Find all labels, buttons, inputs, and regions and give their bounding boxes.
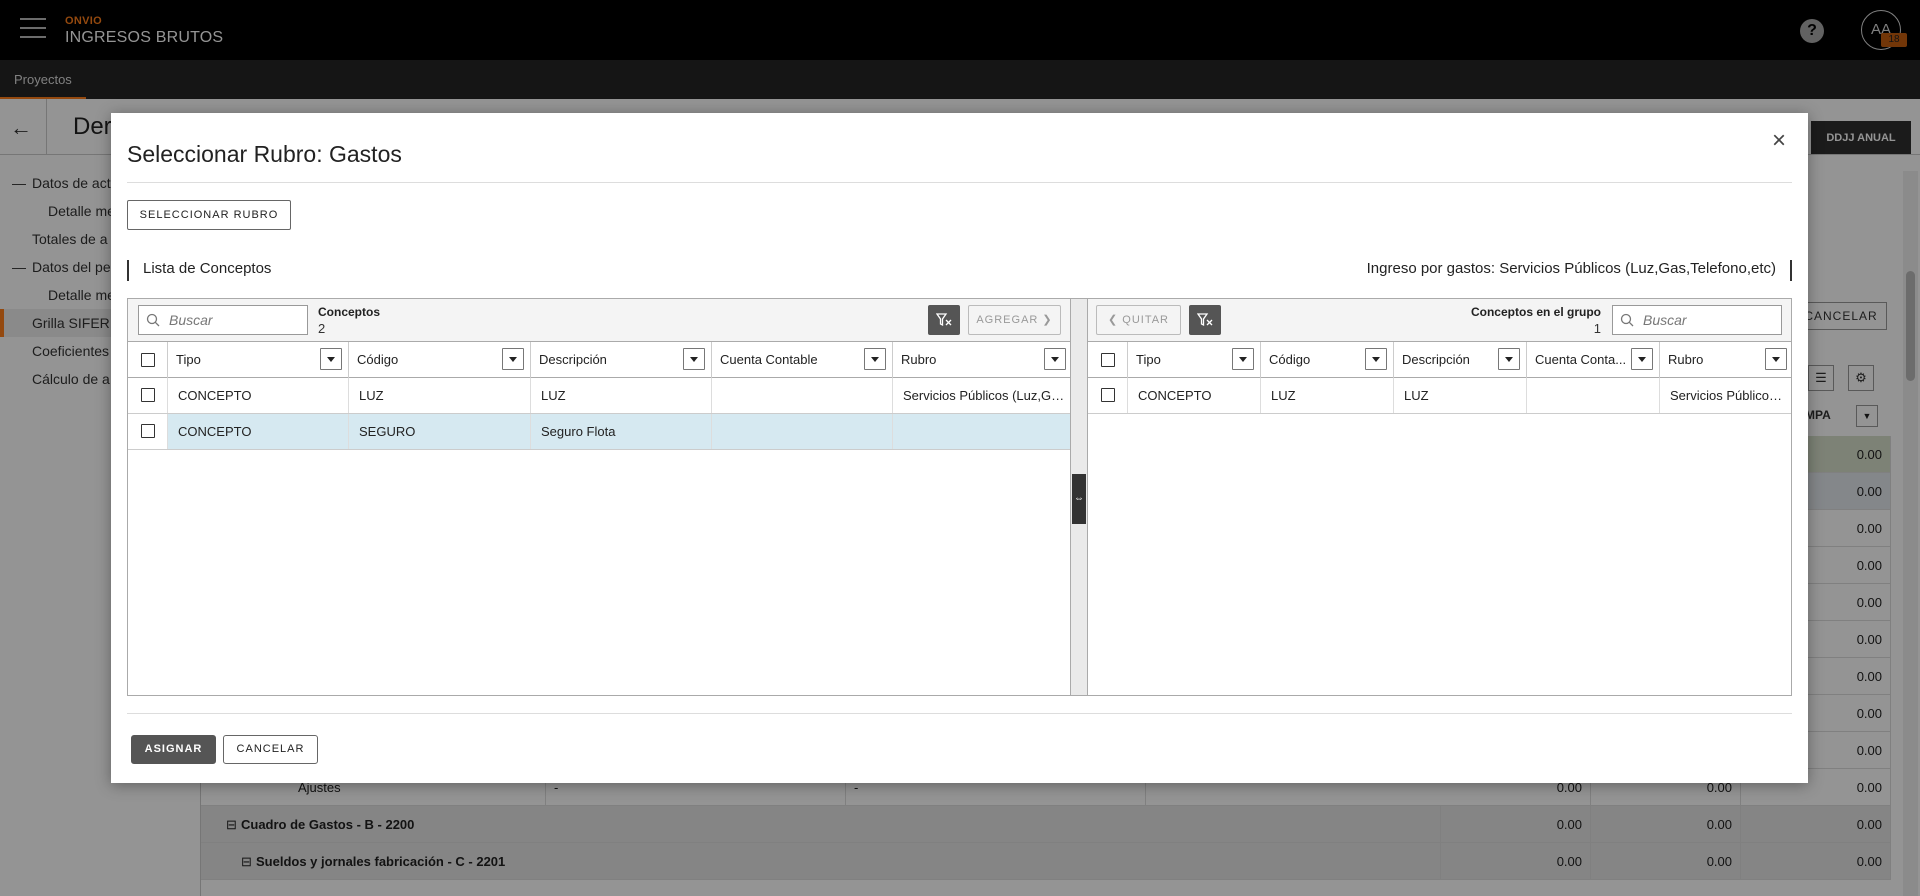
cell-tipo: CONCEPTO bbox=[168, 378, 349, 413]
chevron-down-icon[interactable] bbox=[502, 348, 524, 370]
grid-toolbar: ❮ QUITAR Conceptos en el grupo 1 bbox=[1088, 299, 1791, 342]
table-row[interactable]: CONCEPTO SEGURO Seguro Flota bbox=[128, 414, 1070, 450]
cell-rubro: Servicios Públicos (Luz,Gas,Telefono,etc… bbox=[903, 388, 1070, 403]
row-checkbox[interactable] bbox=[141, 424, 155, 438]
select-rubro-button[interactable]: SELECCIONAR RUBRO bbox=[127, 200, 291, 230]
column-header-codigo: Código bbox=[349, 342, 531, 378]
concepts-grid: Conceptos 2 AGREGAR ❯ Tipo Código Descri… bbox=[127, 298, 1071, 696]
filter-icon bbox=[1196, 313, 1213, 327]
select-all-cell bbox=[128, 342, 168, 378]
divider bbox=[127, 713, 1792, 714]
grid-toolbar: Conceptos 2 AGREGAR ❯ bbox=[128, 299, 1070, 342]
column-header-tipo: Tipo bbox=[1128, 342, 1261, 378]
concept-list-label: Lista de Conceptos bbox=[143, 260, 272, 277]
row-checkbox[interactable] bbox=[1101, 388, 1115, 402]
column-header-rubro: Rubro bbox=[893, 342, 1070, 378]
search-field[interactable] bbox=[138, 305, 308, 335]
grid-header: Tipo Código Descripción Cuenta Conta... … bbox=[1088, 342, 1791, 378]
grid-count: 2 bbox=[318, 321, 326, 336]
column-header-descripcion: Descripción bbox=[1394, 342, 1527, 378]
cell-descripcion: LUZ bbox=[1394, 378, 1527, 413]
chevron-down-icon[interactable] bbox=[1365, 348, 1387, 370]
select-rubro-dialog: Seleccionar Rubro: Gastos × SELECCIONAR … bbox=[111, 113, 1808, 783]
chevron-down-icon[interactable] bbox=[683, 348, 705, 370]
cancel-button[interactable]: CANCELAR bbox=[223, 735, 318, 764]
column-header-rubro: Rubro bbox=[1660, 342, 1791, 378]
add-button[interactable]: AGREGAR ❯ bbox=[968, 305, 1061, 335]
panel-splitter[interactable]: ⇔ bbox=[1071, 298, 1087, 696]
column-header-codigo: Código bbox=[1261, 342, 1394, 378]
chevron-down-icon[interactable] bbox=[864, 348, 886, 370]
select-all-checkbox[interactable] bbox=[1101, 353, 1115, 367]
column-header-cuenta-contable: Cuenta Conta... bbox=[1527, 342, 1660, 378]
cell-rubro: Servicios Públicos (Luz,Gas,Telefono,etc… bbox=[1670, 388, 1791, 403]
column-header-descripcion: Descripción bbox=[531, 342, 712, 378]
grid-header: Tipo Código Descripción Cuenta Contable … bbox=[128, 342, 1070, 378]
clear-filter-button[interactable] bbox=[1189, 305, 1221, 335]
column-header-cuenta-contable: Cuenta Contable bbox=[712, 342, 893, 378]
cell-codigo: LUZ bbox=[349, 378, 531, 413]
cell-tipo: CONCEPTO bbox=[168, 414, 349, 449]
cell-codigo: LUZ bbox=[1261, 378, 1394, 413]
grid-title: Conceptos bbox=[318, 305, 381, 319]
grid-count: 1 bbox=[1593, 321, 1601, 336]
group-label: Ingreso por gastos: Servicios Públicos (… bbox=[1366, 260, 1776, 277]
section-marker bbox=[127, 260, 129, 281]
cell-descripcion: LUZ bbox=[531, 378, 712, 413]
resize-handle-icon[interactable]: ⇔ bbox=[1072, 474, 1086, 524]
search-input[interactable] bbox=[169, 310, 299, 330]
cell-codigo: SEGURO bbox=[349, 414, 531, 449]
divider bbox=[127, 182, 1792, 183]
search-icon bbox=[146, 313, 160, 327]
dialog-title: Seleccionar Rubro: Gastos bbox=[127, 141, 402, 167]
column-header-tipo: Tipo bbox=[168, 342, 349, 378]
assign-button[interactable]: ASIGNAR bbox=[131, 735, 216, 764]
grid-title: Conceptos en el grupo bbox=[1470, 305, 1601, 319]
table-row[interactable]: CONCEPTO LUZ LUZ Servicios Públicos (Luz… bbox=[128, 378, 1070, 414]
chevron-down-icon[interactable] bbox=[1631, 348, 1653, 370]
chevron-down-icon[interactable] bbox=[1498, 348, 1520, 370]
chevron-down-icon[interactable] bbox=[320, 348, 342, 370]
cell-descripcion: Seguro Flota bbox=[531, 414, 712, 449]
close-icon[interactable]: × bbox=[1768, 129, 1790, 153]
select-all-cell bbox=[1088, 342, 1128, 378]
chevron-down-icon[interactable] bbox=[1765, 348, 1787, 370]
search-icon bbox=[1620, 313, 1634, 327]
cell-tipo: CONCEPTO bbox=[1128, 378, 1261, 413]
cell-cuenta bbox=[712, 414, 893, 449]
search-input[interactable] bbox=[1643, 310, 1773, 330]
select-all-checkbox[interactable] bbox=[141, 353, 155, 367]
section-marker bbox=[1790, 260, 1792, 281]
search-field[interactable] bbox=[1612, 305, 1782, 335]
chevron-down-icon[interactable] bbox=[1232, 348, 1254, 370]
cell-rubro bbox=[893, 414, 1070, 449]
row-checkbox[interactable] bbox=[141, 388, 155, 402]
table-row[interactable]: CONCEPTO LUZ LUZ Servicios Públicos (Luz… bbox=[1088, 378, 1791, 414]
remove-button[interactable]: ❮ QUITAR bbox=[1096, 305, 1181, 335]
cell-cuenta bbox=[712, 378, 893, 413]
group-concepts-grid: ❮ QUITAR Conceptos en el grupo 1 Tipo Có… bbox=[1087, 298, 1792, 696]
chevron-down-icon[interactable] bbox=[1044, 348, 1066, 370]
filter-icon bbox=[935, 313, 952, 327]
clear-filter-button[interactable] bbox=[928, 305, 960, 335]
cell-cuenta bbox=[1527, 378, 1660, 413]
